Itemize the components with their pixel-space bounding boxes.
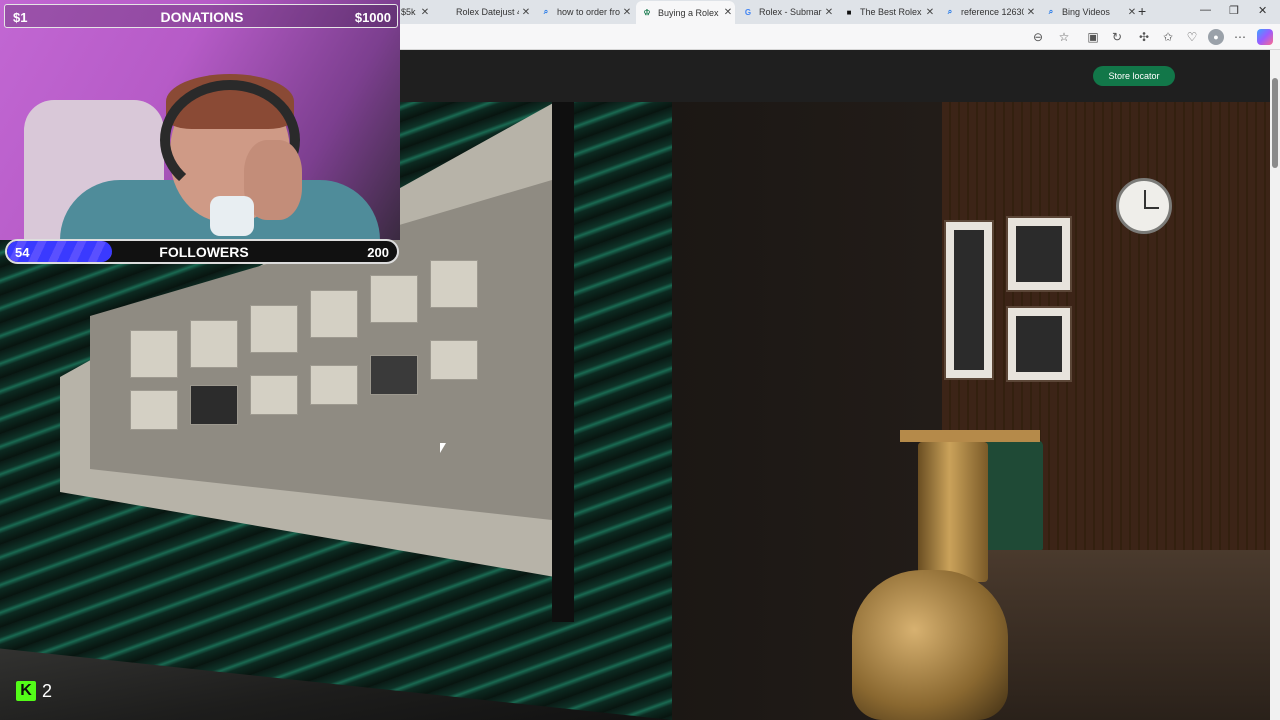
mouse-cursor-icon — [440, 443, 446, 453]
close-tab-icon[interactable]: ✕ — [1024, 7, 1038, 18]
green-chair — [985, 440, 1043, 550]
close-tab-icon[interactable]: ✕ — [721, 7, 735, 18]
maximize-button[interactable]: ❐ — [1229, 4, 1239, 17]
tall-gold-vase — [918, 442, 988, 582]
reader-mode-icon[interactable]: ⊖ — [1030, 29, 1046, 45]
wall-clock — [1116, 178, 1172, 234]
search-icon: ⌕ — [543, 7, 549, 16]
close-tab-icon[interactable]: ✕ — [1125, 7, 1139, 18]
browser-tab[interactable]: G Rolex - Submari ✕ — [737, 2, 836, 22]
side-table — [900, 430, 1040, 442]
browser-tab[interactable]: ⌕ how to order fro ✕ — [535, 2, 634, 22]
copilot-icon[interactable] — [1257, 29, 1273, 45]
close-window-button[interactable]: ✕ — [1258, 4, 1267, 17]
glass-case-pillar — [552, 102, 574, 622]
kick-logo-icon: K — [16, 681, 36, 701]
bing-icon: ⌕ — [1048, 7, 1054, 16]
display-tile — [370, 275, 418, 323]
store-locator-button[interactable]: Store locator — [1093, 66, 1175, 86]
donation-goal-title: DONATIONS — [160, 9, 244, 25]
framed-photo — [1006, 306, 1072, 382]
close-tab-icon[interactable]: ✕ — [519, 7, 533, 18]
extension-icon[interactable]: ▣ — [1085, 29, 1101, 45]
close-tab-icon[interactable]: ✕ — [418, 7, 432, 18]
site-icon: ■ — [846, 7, 852, 17]
display-tile — [310, 290, 358, 338]
display-tile — [250, 305, 298, 353]
scrollbar-thumb[interactable] — [1272, 78, 1278, 168]
follower-goal-target: 200 — [367, 245, 389, 260]
puzzle-icon[interactable]: ✣ — [1136, 29, 1152, 45]
page-scrollbar[interactable] — [1270, 50, 1280, 720]
kick-viewer-badge: K 2 — [16, 680, 52, 702]
refresh-extension-icon[interactable]: ↻ — [1109, 29, 1125, 45]
close-tab-icon[interactable]: ✕ — [923, 7, 937, 18]
display-tile — [130, 330, 178, 378]
minimize-button[interactable]: — — [1200, 4, 1211, 16]
follower-goal-title: FOLLOWERS — [159, 244, 249, 260]
browser-tab[interactable]: Rolex Datejust 4 ✕ — [434, 2, 533, 22]
new-tab-button[interactable]: + — [1138, 3, 1146, 19]
framed-photo — [944, 220, 994, 380]
search-icon: ⌕ — [947, 7, 953, 16]
browser-tab-label: Bing Videos — [1062, 7, 1110, 17]
browser-tab-label: how to order fro — [557, 7, 620, 17]
profile-avatar-icon[interactable]: ● — [1208, 29, 1224, 45]
donation-goal-bar: DONATIONS $1 $1000 — [4, 4, 398, 28]
close-tab-icon[interactable]: ✕ — [620, 7, 634, 18]
microphone — [210, 196, 254, 236]
google-icon: G — [744, 7, 752, 17]
rolex-icon: ♔ — [643, 8, 651, 17]
streamer-webcam — [0, 0, 400, 240]
browser-tab-label: reference 12630 — [961, 7, 1024, 17]
round-gold-vase — [852, 570, 1008, 720]
display-tile — [430, 260, 478, 308]
browser-tab-label: Rolex Datejust 4 — [456, 7, 519, 17]
donation-goal-min: $1 — [13, 10, 28, 25]
favorites-icon[interactable]: ✩ — [1160, 29, 1176, 45]
framed-photo — [1006, 216, 1072, 292]
display-tile — [250, 375, 298, 415]
close-tab-icon[interactable]: ✕ — [822, 7, 836, 18]
browser-tab[interactable]: ⌕ Bing Videos ✕ — [1040, 2, 1139, 22]
browser-tab[interactable]: ⌕ reference 12630 ✕ — [939, 2, 1038, 22]
kick-viewer-count: 2 — [42, 680, 53, 701]
favorite-star-icon[interactable]: ☆ — [1056, 29, 1072, 45]
browser-essentials-icon[interactable]: ♡ — [1184, 29, 1200, 45]
donation-goal-max: $1000 — [354, 10, 391, 25]
display-tile — [310, 365, 358, 405]
display-tile — [430, 340, 478, 380]
browser-tab[interactable]: ♔ Buying a Rolex ✕ — [636, 1, 735, 24]
browser-tab[interactable]: ■ The Best Rolex W✕ — [838, 2, 937, 22]
display-tile — [190, 320, 238, 368]
more-menu-icon[interactable]: ⋯ — [1232, 29, 1248, 45]
browser-tab-label: Rolex - Submari — [759, 7, 822, 17]
display-tile — [190, 385, 238, 425]
display-tile — [370, 355, 418, 395]
browser-tab-label: Buying a Rolex — [658, 7, 719, 18]
follower-goal-bar: 54 FOLLOWERS 200 — [5, 239, 399, 264]
browser-tab-label: The Best Rolex W — [860, 7, 923, 17]
display-tile — [130, 390, 178, 430]
page-icon — [440, 7, 450, 17]
